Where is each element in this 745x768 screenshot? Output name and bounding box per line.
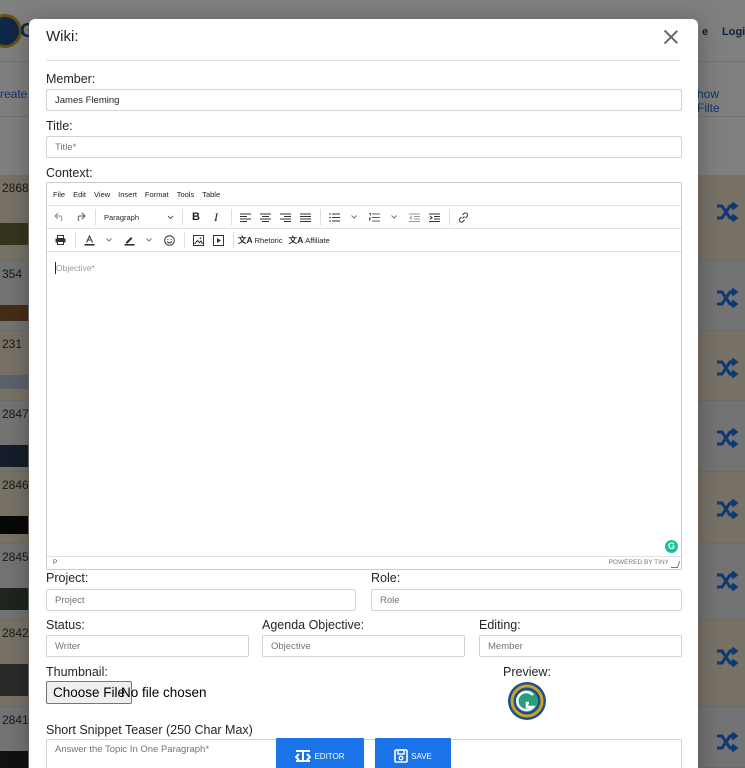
agenda-objective-label: Agenda Objective: bbox=[262, 618, 365, 632]
translate-icon: 文A bbox=[288, 235, 304, 245]
bold-icon[interactable]: B bbox=[187, 208, 205, 226]
editor-icon bbox=[295, 750, 312, 762]
redo-icon[interactable] bbox=[71, 208, 89, 226]
text-color-icon[interactable] bbox=[80, 231, 98, 249]
context-label: Context: bbox=[46, 166, 93, 180]
editor-button[interactable]: EDITOR bbox=[276, 738, 364, 768]
outdent-icon[interactable] bbox=[405, 208, 423, 226]
menu-edit[interactable]: Edit bbox=[73, 190, 86, 199]
menu-file[interactable]: File bbox=[53, 190, 65, 199]
title-label: Title: bbox=[46, 119, 73, 133]
highlight-color-icon[interactable] bbox=[120, 231, 138, 249]
element-path[interactable]: P bbox=[53, 559, 57, 566]
editing-label: Editing: bbox=[479, 618, 521, 632]
menu-insert[interactable]: Insert bbox=[118, 190, 137, 199]
editor-menubar: File Edit View Insert Format Tools Table bbox=[47, 183, 681, 206]
align-justify-icon[interactable] bbox=[296, 208, 314, 226]
affiliate-label: Affiliate bbox=[305, 235, 330, 245]
print-icon[interactable] bbox=[51, 231, 69, 249]
thumbnail-label: Thumbnail: bbox=[46, 665, 108, 679]
save-button-label: SAVE bbox=[411, 751, 432, 761]
member-field[interactable] bbox=[46, 89, 682, 111]
snippet-textarea[interactable] bbox=[46, 739, 682, 768]
menu-view[interactable]: View bbox=[94, 190, 110, 199]
wiki-modal: Wiki: Member: Title: Context: File Edit … bbox=[29, 19, 698, 768]
indent-icon[interactable] bbox=[425, 208, 443, 226]
editor-toolbar-primary: Paragraph B I bbox=[47, 206, 681, 229]
project-label: Project: bbox=[46, 571, 89, 585]
editor-toolbar-secondary: 文A Rhetoric 文A Affiliate bbox=[47, 229, 681, 252]
resize-handle-icon[interactable] bbox=[670, 561, 681, 568]
status-input[interactable] bbox=[46, 635, 249, 657]
affiliate-button[interactable]: 文A Affiliate bbox=[289, 231, 330, 249]
block-format-value: Paragraph bbox=[104, 212, 140, 222]
title-input[interactable] bbox=[46, 136, 682, 158]
editor-placeholder: Objective* bbox=[56, 263, 95, 273]
role-input[interactable] bbox=[371, 589, 682, 611]
toolbar-divider bbox=[182, 209, 183, 225]
save-button[interactable]: SAVE bbox=[375, 738, 451, 768]
agenda-objective-input[interactable] bbox=[262, 635, 465, 657]
member-label: Member: bbox=[46, 72, 96, 86]
toolbar-divider bbox=[233, 232, 234, 248]
emoji-icon[interactable] bbox=[160, 231, 178, 249]
translate-icon: 文A bbox=[238, 235, 253, 245]
save-icon bbox=[394, 749, 408, 763]
align-center-icon[interactable] bbox=[256, 208, 274, 226]
toolbar-divider bbox=[184, 232, 185, 248]
toolbar-divider bbox=[75, 232, 76, 248]
powered-by-link[interactable]: POWERED BY TINY bbox=[609, 559, 669, 566]
numbered-list-icon[interactable] bbox=[365, 208, 383, 226]
toolbar-divider bbox=[320, 209, 321, 225]
chevron-down-icon[interactable] bbox=[385, 208, 403, 226]
toolbar-divider bbox=[95, 209, 96, 225]
modal-title: Wiki: bbox=[46, 28, 79, 45]
menu-tools[interactable]: Tools bbox=[177, 190, 195, 199]
undo-icon[interactable] bbox=[51, 208, 69, 226]
image-icon[interactable] bbox=[189, 231, 207, 249]
menu-table[interactable]: Table bbox=[202, 190, 220, 199]
menu-format[interactable]: Format bbox=[145, 190, 169, 199]
rich-text-editor: File Edit View Insert Format Tools Table… bbox=[46, 182, 682, 570]
file-status: No file chosen bbox=[121, 685, 207, 700]
rhetoric-button[interactable]: 文A Rhetoric bbox=[238, 231, 283, 249]
chevron-down-icon[interactable] bbox=[100, 231, 118, 249]
status-label: Status: bbox=[46, 618, 85, 632]
rhetoric-label: Rhetoric bbox=[254, 235, 283, 245]
grammarly-icon[interactable]: G bbox=[665, 540, 678, 553]
media-icon[interactable] bbox=[209, 231, 227, 249]
editor-statusbar: P POWERED BY TINY bbox=[47, 556, 681, 569]
italic-icon[interactable]: I bbox=[207, 208, 225, 226]
toolbar-divider bbox=[449, 209, 450, 225]
chevron-down-icon[interactable] bbox=[140, 231, 158, 249]
chevron-down-icon[interactable] bbox=[345, 208, 363, 226]
editor-content-area[interactable]: Objective* bbox=[47, 252, 681, 557]
toolbar-divider bbox=[231, 209, 232, 225]
link-icon[interactable] bbox=[454, 208, 472, 226]
block-format-select[interactable]: Paragraph bbox=[100, 208, 178, 226]
editor-button-label: EDITOR bbox=[314, 751, 345, 761]
snippet-label: Short Snippet Teaser (250 Char Max) bbox=[46, 723, 253, 737]
chevron-down-icon bbox=[167, 215, 174, 219]
preview-label: Preview: bbox=[503, 665, 551, 679]
close-icon[interactable] bbox=[661, 27, 681, 47]
project-input[interactable] bbox=[46, 589, 356, 611]
preview-logo-icon bbox=[508, 682, 546, 720]
align-right-icon[interactable] bbox=[276, 208, 294, 226]
editing-input[interactable] bbox=[479, 635, 682, 657]
bullet-list-icon[interactable] bbox=[325, 208, 343, 226]
align-left-icon[interactable] bbox=[236, 208, 254, 226]
role-label: Role: bbox=[371, 571, 401, 585]
modal-header: Wiki: bbox=[46, 19, 681, 61]
choose-file-button[interactable]: Choose File bbox=[46, 681, 133, 704]
